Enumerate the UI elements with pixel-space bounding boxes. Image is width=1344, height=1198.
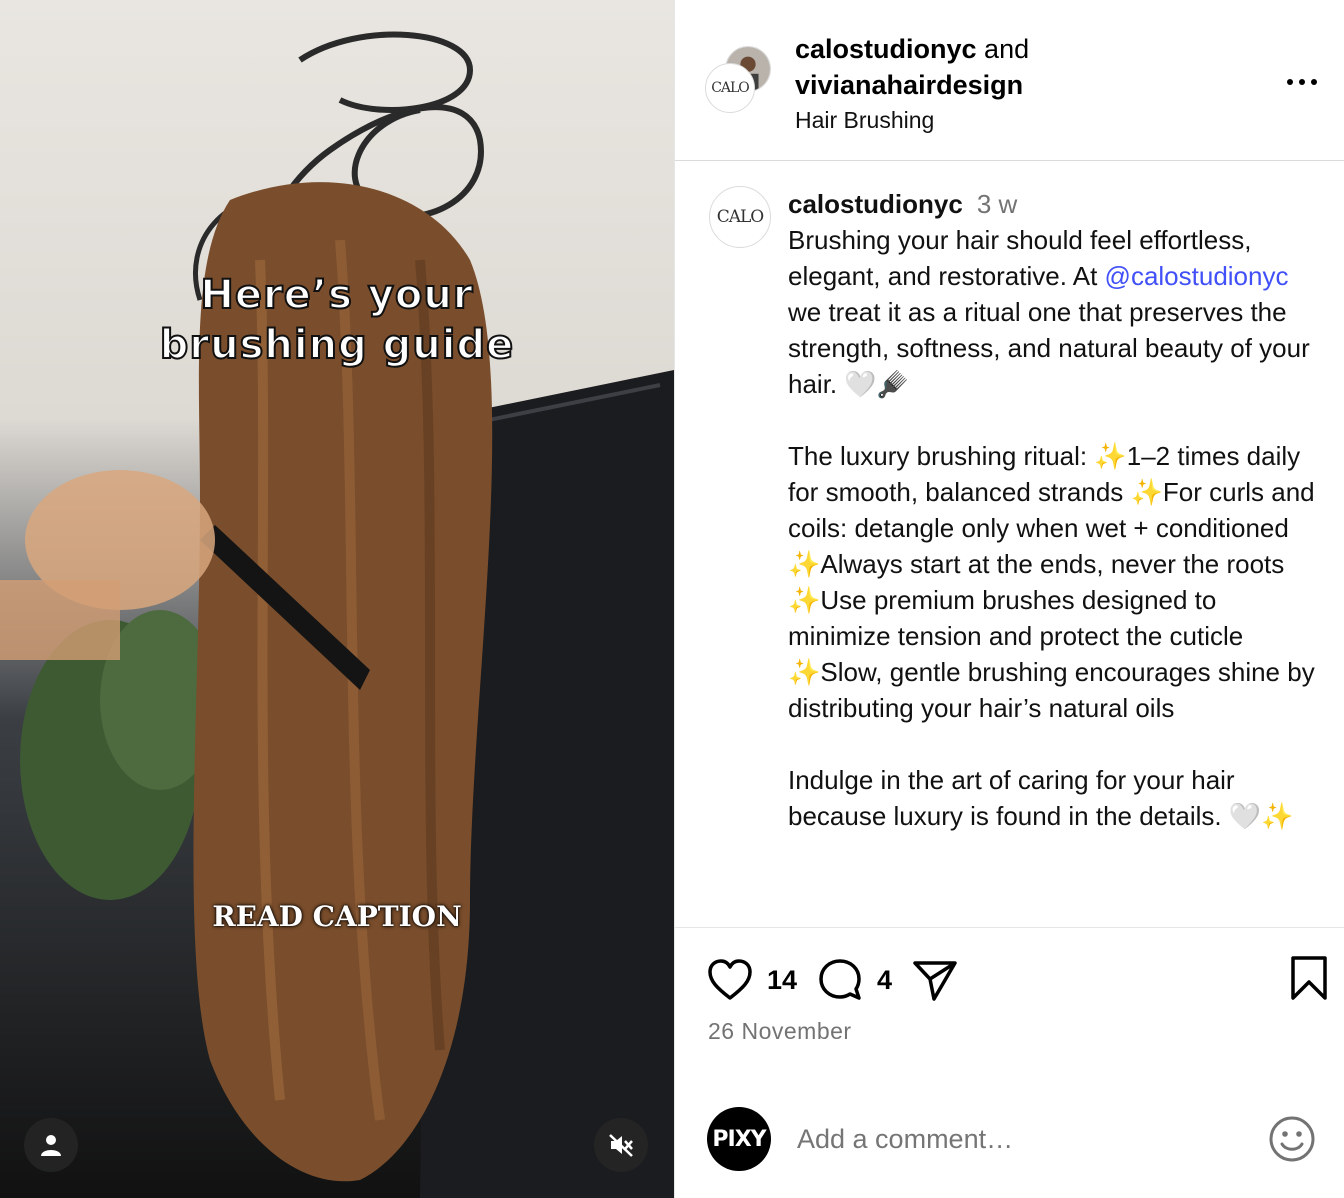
action-bar: 14 4 [707, 952, 1327, 1008]
caption-mention[interactable]: @calostudionyc [1105, 261, 1289, 291]
headline-line-2: brushing guide [159, 321, 515, 369]
comment-action[interactable]: 4 [817, 957, 912, 1003]
current-user-avatar[interactable]: PIXY [707, 1107, 771, 1171]
header-username-1[interactable]: calostudionyc [795, 34, 977, 64]
post-side-panel: CALO calostudionyc and vivianahairdesign… [674, 0, 1344, 1198]
post-date[interactable]: 26 November [708, 1018, 852, 1045]
calo-logo: CALO [716, 207, 765, 227]
emoji-button[interactable] [1267, 1114, 1317, 1169]
share-action[interactable] [912, 957, 958, 1003]
caption-timestamp[interactable]: 3 w [977, 189, 1017, 219]
comment-composer: PIXY [707, 1106, 1317, 1172]
calo-logo: CALO [711, 80, 750, 96]
post-media[interactable]: Here’s your brushing guide READ CAPTION [0, 0, 674, 1198]
collaborator-avatar-calo[interactable]: CALO [705, 63, 755, 113]
header-usernames: calostudionyc and vivianahairdesign Hair… [795, 31, 1029, 137]
divider [675, 927, 1344, 928]
audio-label[interactable]: Hair Brushing [795, 103, 1029, 137]
like-count[interactable]: 14 [767, 965, 797, 996]
caption-scroll-area[interactable]: CALO calostudionyc 3 w Brushing your hair… [675, 162, 1344, 927]
comment-bubble-icon[interactable] [817, 957, 863, 1003]
post-header: CALO calostudionyc and vivianahairdesign… [675, 0, 1344, 161]
headline-line-1: Here’s your [199, 271, 474, 319]
video-frame [0, 31, 674, 1198]
comment-count: 4 [877, 964, 893, 995]
bookmark-icon[interactable] [1290, 955, 1328, 1001]
paper-plane-icon[interactable] [912, 957, 958, 1003]
tagged-users-button[interactable] [24, 1118, 78, 1172]
smiley-icon [1269, 1116, 1315, 1162]
more-dots-icon [1287, 79, 1317, 85]
caption-body-2: we treat it as a ritual one that preserv… [788, 297, 1315, 831]
caption-text: calostudionyc 3 w Brushing your hair shou… [788, 186, 1318, 834]
read-caption-overlay: READ CAPTION [212, 900, 462, 933]
mute-button[interactable] [594, 1118, 648, 1172]
caption-username[interactable]: calostudionyc [788, 189, 963, 219]
person-icon [41, 1135, 61, 1156]
caption-avatar[interactable]: CALO [709, 186, 771, 248]
header-username-2[interactable]: vivianahairdesign [795, 70, 1023, 100]
header-joiner: and [976, 34, 1030, 64]
media-headline: Here’s your brushing guide [0, 270, 674, 370]
comment-input[interactable] [797, 1123, 1237, 1155]
heart-icon[interactable] [707, 959, 753, 1001]
like-action[interactable]: 14 [707, 959, 817, 1001]
more-options-button[interactable] [1286, 62, 1318, 92]
muted-speaker-icon [609, 1134, 633, 1157]
save-action[interactable] [1290, 955, 1328, 1006]
